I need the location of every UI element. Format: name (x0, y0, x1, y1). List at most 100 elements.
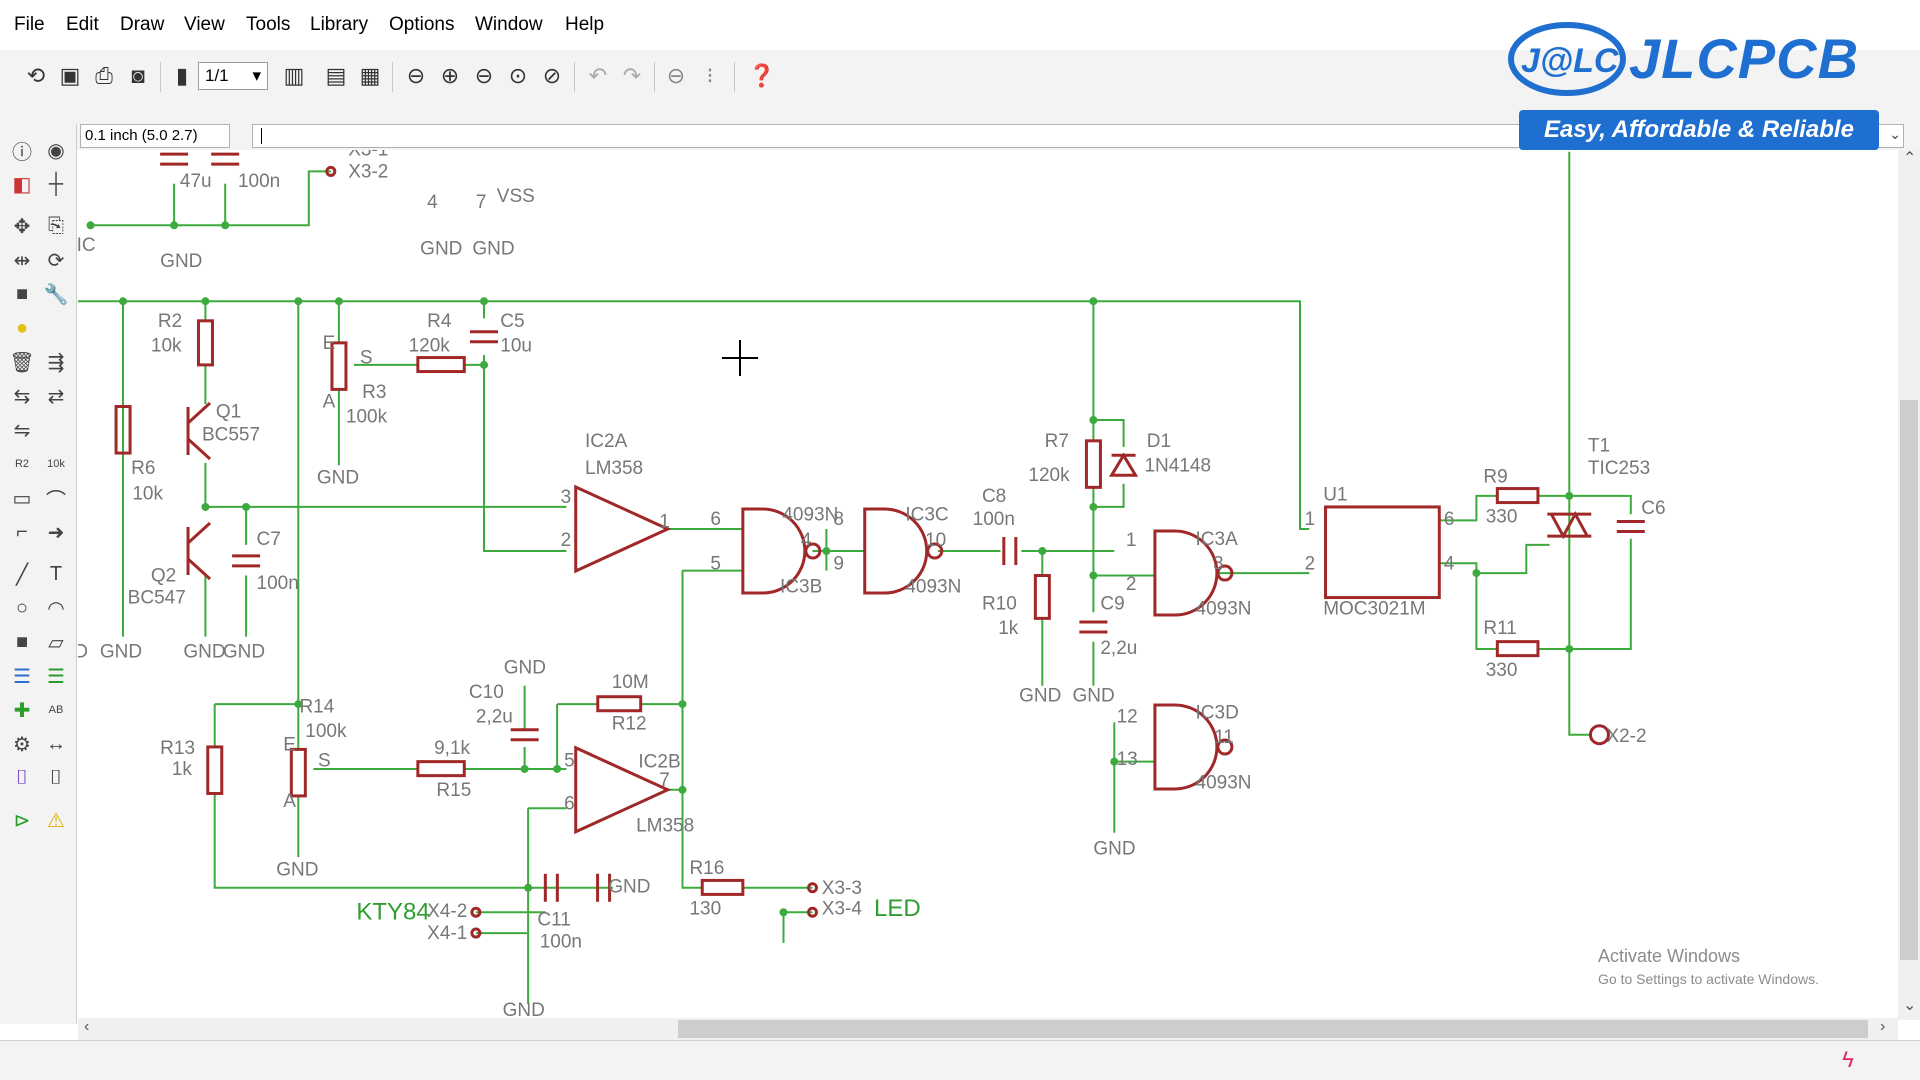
horizontal-scroll-thumb[interactable] (678, 1020, 1868, 1038)
change-icon[interactable]: 🔧 (42, 280, 70, 308)
wire-icon[interactable]: ╱ (8, 560, 36, 588)
mark-icon[interactable]: ┼ (42, 170, 70, 198)
pinswap-icon[interactable]: ⇆ (8, 382, 36, 410)
arc-icon[interactable]: ◠ (42, 594, 70, 622)
page-select[interactable]: 1/1 ▾ (198, 62, 268, 90)
schematic-label: X3-4 (822, 899, 863, 920)
group-icon[interactable]: ■ (8, 280, 36, 308)
menu-edit[interactable]: Edit (66, 14, 99, 36)
cam-icon[interactable]: ◙ (122, 60, 154, 92)
schematic-label: 3 (1213, 553, 1224, 574)
vertical-scrollbar[interactable]: ⌃ ⌄ (1898, 150, 1920, 1020)
schematic-label: 1k (998, 618, 1019, 639)
eye-icon[interactable]: ◉ (42, 136, 70, 164)
menu-file[interactable]: File (14, 14, 45, 36)
net-icon[interactable]: ☰ (42, 662, 70, 690)
erc-icon[interactable]: ⊳ (8, 806, 36, 834)
schematic-label: 11 (1214, 727, 1234, 748)
rect-icon[interactable]: ■ (8, 628, 36, 656)
gateswap-icon[interactable]: ⇋ (8, 416, 36, 444)
scroll-up-icon[interactable]: ⌃ (1903, 148, 1916, 168)
save-icon[interactable]: ▣ (54, 60, 86, 92)
eagle-window: File Edit Draw View Tools Library Option… (0, 0, 1920, 1080)
vertical-scroll-thumb[interactable] (1900, 400, 1918, 960)
go-icon[interactable]: ⁝ (694, 60, 726, 92)
zoom-fit-icon[interactable]: ⊖ (400, 60, 432, 92)
stop-icon[interactable]: ⊖ (660, 60, 692, 92)
rotate-icon[interactable]: ⟳ (42, 246, 70, 274)
watermark-subtitle: Go to Settings to activate Windows. (1598, 971, 1819, 987)
invoke-icon[interactable]: ➜ (42, 518, 70, 546)
attribute-icon[interactable]: ⚙ (8, 730, 36, 758)
horizontal-scrollbar[interactable]: ‹ › (78, 1018, 1898, 1040)
module-icon[interactable]: ⌷ (42, 764, 70, 792)
menu-help[interactable]: Help (565, 14, 604, 36)
schematic-label: C9 (1100, 594, 1124, 615)
resistor-symbol (289, 747, 307, 798)
schematic-label: 4093N (1196, 772, 1252, 793)
circle-icon[interactable]: ○ (8, 594, 36, 622)
zoom-last-icon[interactable]: ⊘ (536, 60, 568, 92)
move-icon[interactable]: ✥ (8, 212, 36, 240)
smash-icon[interactable]: ▭ (8, 484, 36, 512)
schematic-label: GND (1019, 686, 1061, 707)
zoom-in-icon[interactable]: ⊕ (434, 60, 466, 92)
scroll-right-icon[interactable]: › (1880, 1018, 1885, 1036)
paste-icon[interactable]: ● (8, 314, 36, 342)
schematic-label: 10M (612, 672, 649, 693)
open-icon[interactable]: ⟲ (20, 60, 52, 92)
jlcpcb-banner[interactable]: J@LC JLCPCB Easy, Affordable & Reliable (1505, 12, 1905, 152)
board-icon[interactable]: ▥ (278, 60, 310, 92)
zoom-out-icon[interactable]: ⊖ (468, 60, 500, 92)
menu-tools[interactable]: Tools (246, 14, 290, 36)
delete-icon[interactable]: 🗑 (8, 348, 36, 376)
schematic-canvas[interactable]: 47u100nX3-2X3-147VSSGNDGNDGNDICR210kR412… (78, 150, 1898, 1020)
zoom-area-icon[interactable]: ⊙ (502, 60, 534, 92)
schematic-label: 2 (561, 530, 572, 551)
menu-options[interactable]: Options (389, 14, 454, 36)
dimension-icon[interactable]: ↔ (42, 730, 70, 758)
ulp-icon[interactable]: ▦ (354, 60, 386, 92)
script-icon[interactable]: ▤ (320, 60, 352, 92)
polygon-icon[interactable]: ▱ (42, 628, 70, 656)
copy-icon[interactable]: ⎘ (42, 212, 70, 240)
sheet-icon[interactable]: ▮ (166, 60, 198, 92)
lightning-icon[interactable]: ϟ (1832, 1047, 1864, 1075)
undo-icon[interactable]: ↶ (582, 60, 614, 92)
redo-icon[interactable]: ↷ (616, 60, 648, 92)
menu-view[interactable]: View (184, 14, 225, 36)
mirror-icon[interactable]: ⇹ (8, 246, 36, 274)
layers-icon[interactable]: ◧ (8, 170, 36, 198)
junction-dot (678, 785, 687, 794)
schematic-label: X2-2 (1606, 726, 1646, 747)
grid-coordinate-display: 0.1 inch (5.0 2.7) (80, 124, 230, 148)
menu-window[interactable]: Window (475, 14, 543, 36)
frame-icon[interactable]: ⌷ (8, 764, 36, 792)
schematic-label: GND (420, 239, 462, 260)
schematic-drawing[interactable]: 47u100nX3-2X3-147VSSGNDGNDGNDICR210kR412… (78, 150, 1898, 1020)
name-icon[interactable]: R2 (8, 450, 36, 478)
scroll-down-icon[interactable]: ⌄ (1903, 995, 1916, 1015)
print-icon[interactable]: ⎙ (88, 60, 120, 92)
net-wire (204, 462, 567, 508)
help-icon[interactable]: ❓ (746, 60, 778, 92)
schematic-label: S (318, 750, 331, 771)
junction-dot (1089, 502, 1098, 511)
info-icon[interactable]: ⓘ (8, 136, 36, 164)
value-icon[interactable]: 10k (42, 450, 70, 478)
label-icon[interactable]: AB (42, 696, 70, 724)
scroll-left-icon[interactable]: ‹ (84, 1018, 89, 1036)
replace-icon[interactable]: ⇄ (42, 382, 70, 410)
bus-icon[interactable]: ☰ (8, 662, 36, 690)
junction-icon[interactable]: ✚ (8, 696, 36, 724)
schematic-label: R4 (427, 311, 452, 332)
miter-icon[interactable]: ⌒ (42, 484, 70, 512)
split-icon[interactable]: ⌐ (8, 518, 36, 546)
menu-draw[interactable]: Draw (120, 14, 164, 36)
net-wire (681, 570, 703, 889)
add-icon[interactable]: ⇶ (42, 348, 70, 376)
menu-library[interactable]: Library (310, 14, 368, 36)
junction-dot (1089, 571, 1098, 580)
warning-icon[interactable]: ⚠ (42, 806, 70, 834)
text-icon[interactable]: T (42, 560, 70, 588)
